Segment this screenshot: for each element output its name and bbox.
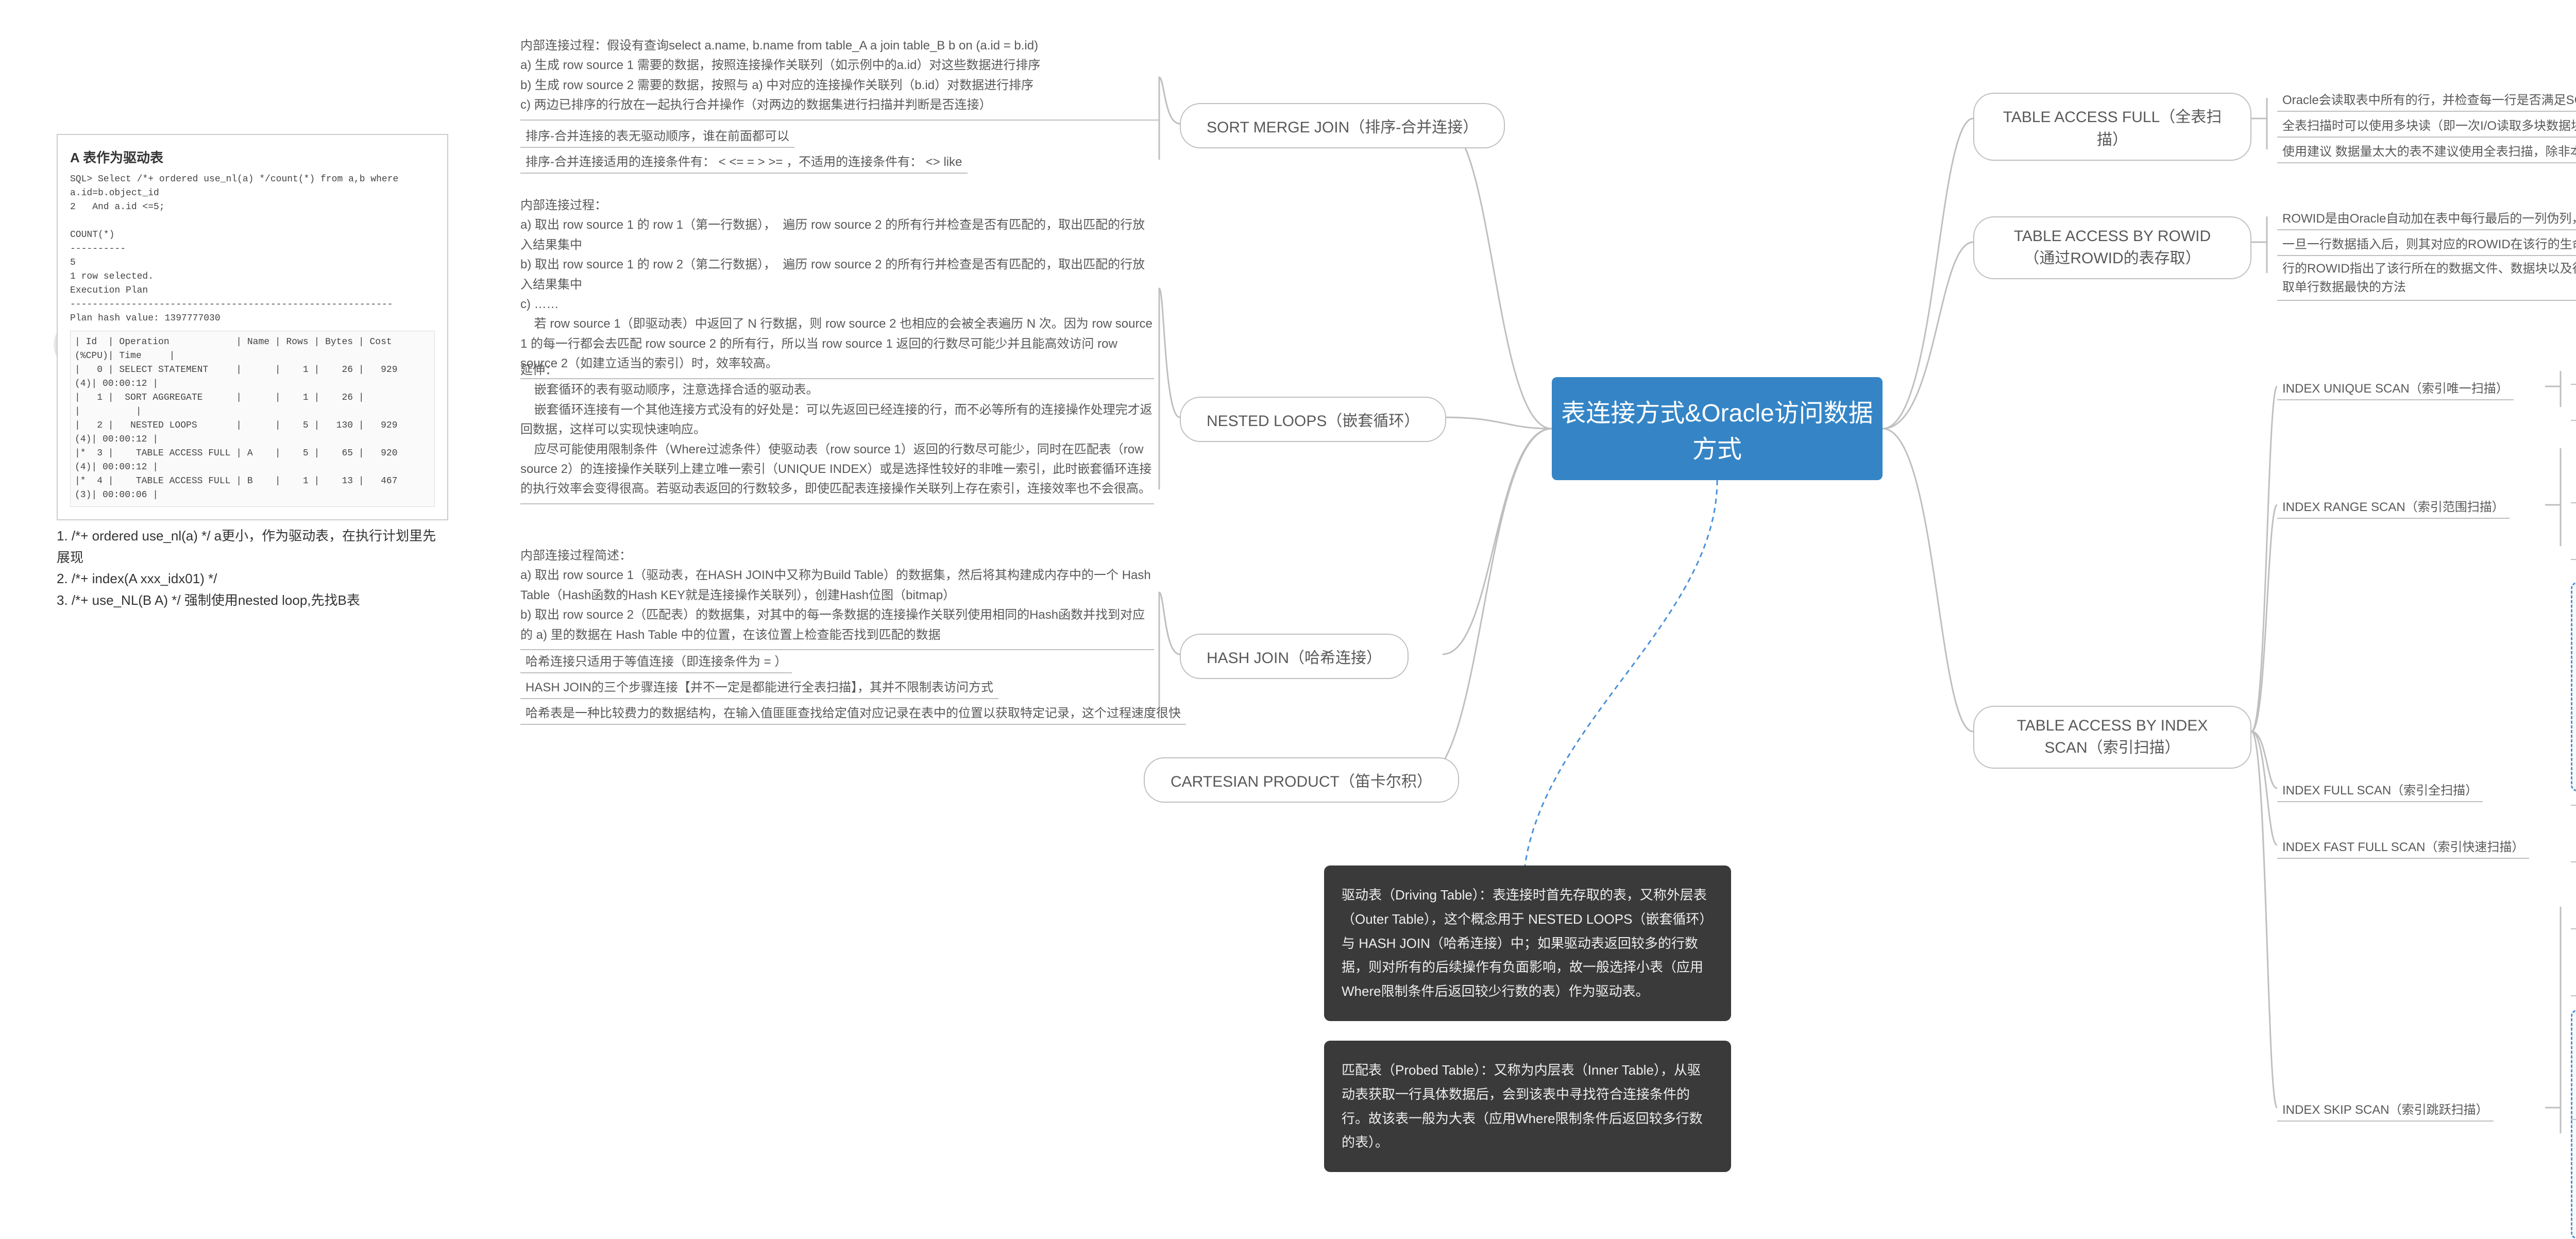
skip-example-box: 例如： 假设表emp有ename（雇员名称）、job（职位名）、sex（性别）三…: [2571, 1010, 2576, 1239]
idxfast-l1: 扫描索引中的所有的数据块，与 INDEX FULL SCAN 类似，但是一个【显…: [2571, 819, 2576, 862]
left-sql-panel: A 表作为驱动表 SQL> Select /*+ ordered use_nl(…: [57, 134, 448, 520]
hash-process: 内部连接过程简述： a) 取出 row source 1（驱动表，在HASH J…: [520, 546, 1154, 650]
rowid-l3: 行的ROWID指出了该行所在的数据文件、数据块以及行在该块中的位置，所以通过RO…: [2277, 258, 2576, 301]
full-l3: 使用建议 数据量太大的表不建议使用全表扫描，除非本身需要取出的数据较多，占到表数…: [2277, 139, 2576, 163]
rowid-l2: 一旦一行数据插入后，则其对应的ROWID在该行的生命周期内是唯一的，即使发生行迁…: [2277, 232, 2576, 256]
driving-table-box: 驱动表（Driving Table）：表连接时首先存取的表，又称外层表（Oute…: [1324, 865, 1731, 1021]
plan-rows: | Id | Operation | Name | Rows | Bytes |…: [75, 335, 430, 502]
idx-fastfull[interactable]: INDEX FAST FULL SCAN（索引快速扫描）: [2277, 835, 2529, 859]
idxfull-l1: 进行全索引扫描时，查询出的数据都必须从索引中可以直接得到（注意全索引扫描只有在C…: [2571, 762, 2576, 806]
sortmerge-leaf1: 排序-合并连接的表无驱动顺序，谁在前面都可以: [520, 124, 794, 148]
probed-table-box: 匹配表（Probed Table）：又称为内层表（Inner Table），从驱…: [1324, 1041, 1731, 1172]
panel-title: A 表作为驱动表: [70, 147, 435, 166]
node-sort-merge[interactable]: SORT MERGE JOIN（排序-合并连接）: [1180, 103, 1505, 148]
hash-leaf1: 哈希连接只适用于等值连接（即连接条件为 = ）: [520, 649, 792, 673]
sortmerge-leaf2: 排序-合并连接适用的连接条件有： < <= = > >= ，不适用的连接条件有：…: [520, 149, 968, 174]
nested-ext: 延伸： 嵌套循环的表有驱动顺序，注意选择合适的驱动表。 嵌套循环连接有一个其他连…: [520, 361, 1154, 504]
panel-plantitle: Execution Plan -------------------------…: [70, 284, 435, 326]
center-node[interactable]: 表连接方式&Oracle访问数据方式: [1552, 377, 1883, 480]
idx-range[interactable]: INDEX RANGE SCAN（索引范围扫描）: [2277, 495, 2510, 519]
nested-process: 内部连接过程： a) 取出 row source 1 的 row 1（第一行数据…: [520, 196, 1154, 379]
range-l2: 特点：使用一个索引存取多行数据: [2571, 536, 2576, 560]
node-full-scan[interactable]: TABLE ACCESS FULL（全表扫描）: [1973, 93, 2251, 161]
idx-unique[interactable]: INDEX UNIQUE SCAN（索引唯一扫描）: [2277, 376, 2514, 400]
hash-leaf2: HASH JOIN的三个步骤连接【并不一定是都能进行全表扫描】，其并不限制表访问…: [520, 675, 998, 699]
unique-l2: 特点：针对唯一性索引（UNIQUE INDEX）的扫描，每次至多只返回一条记录: [2571, 397, 2576, 421]
node-rowid[interactable]: TABLE ACCESS BY ROWID（通过ROWID的表存取）: [1973, 216, 2251, 279]
plan-table: | Id | Operation | Name | Rows | Bytes |…: [70, 331, 435, 507]
hints-note: 1. /*+ ordered use_nl(a) */ a更小，作为驱动表，在执…: [57, 525, 448, 611]
node-hash-join[interactable]: HASH JOIN（哈希连接）: [1180, 634, 1409, 679]
idx-full[interactable]: INDEX FULL SCAN（索引全扫描）: [2277, 778, 2483, 802]
skip-mid: 当Oracle发现前导列的唯一值个数很少时，会将每个唯一值都作为常规扫描的入口，…: [2571, 953, 2576, 996]
node-cartesian[interactable]: CARTESIAN PRODUCT（笛卡尔积）: [1144, 757, 1459, 803]
full-l2: 全表扫描时可以使用多块读（即一次I/O读取多块数据块）操作，提升吞吐量；: [2277, 113, 2576, 138]
skip-after: Oracle 9i后提供，有时候复合索引的前导列（索引包含的第一列）没有在查询语…: [2571, 1077, 2576, 1120]
panel-sql: SQL> Select /*+ ordered use_nl(a) */coun…: [70, 173, 435, 284]
cbo-note-box: Oracle中的优化器是SQL分析和执行的优化工具，已负责生成、制定SQL的执行…: [2571, 582, 2576, 791]
range-l1: 发生索引范围扫描的情况: [2571, 479, 2576, 503]
node-index-scan[interactable]: TABLE ACCESS BY INDEX SCAN（索引扫描）: [1973, 706, 2251, 769]
sortmerge-process: 内部连接过程：假设有查询select a.name, b.name from t…: [520, 36, 1159, 121]
skip-pre: 前提条件：表有一个复合索引，且在查询时有除了前导列（索引中第一列）外的其他列作为…: [2571, 886, 2576, 929]
rowid-l1: ROWID是由Oracle自动加在表中每行最后的一列伪列，既然是伪列，就说明表中…: [2277, 206, 2576, 230]
idx-skip[interactable]: INDEX SKIP SCAN（索引跳跃扫描）: [2277, 1097, 2494, 1122]
unique-l1: 发生索引唯一扫描的情况: [2571, 361, 2576, 385]
node-nested-loops[interactable]: NESTED LOOPS（嵌套循环）: [1180, 397, 1446, 442]
full-l1: Oracle会读取表中所有的行，并检查每一行是否满足SQL语句中的 Where …: [2277, 88, 2576, 112]
hash-leaf3: 哈希表是一种比较费力的数据结构，在输入值匪匪查找给定值对应记录在表中的位置以获取…: [520, 701, 1186, 725]
